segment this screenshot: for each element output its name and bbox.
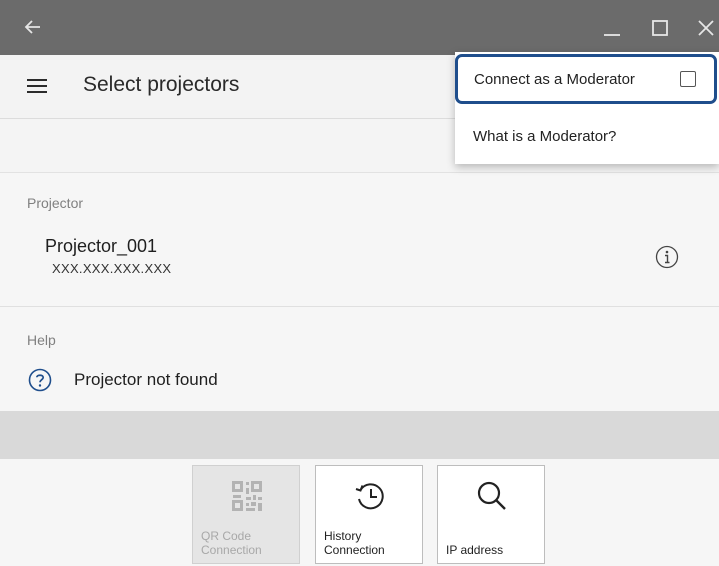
separator-bar (0, 411, 719, 459)
section-label-projector: Projector (27, 195, 84, 211)
projector-section: Projector Projector_001 XXX.XXX.XXX.XXX (0, 173, 719, 307)
connect-as-moderator-checkbox[interactable] (680, 71, 696, 87)
minimize-icon[interactable] (600, 16, 624, 40)
history-connection-label: History Connection (324, 529, 385, 557)
ip-address-label: IP address (446, 543, 504, 557)
overflow-menu: Connect as a Moderator What is a Moderat… (455, 52, 719, 164)
window-titlebar (0, 0, 719, 55)
qr-code-icon (232, 481, 262, 511)
section-label-help: Help (27, 332, 56, 348)
qr-code-connection-button[interactable]: QR Code Connection (192, 465, 300, 564)
question-circle-icon (28, 368, 52, 392)
hamburger-menu-icon[interactable] (27, 77, 47, 95)
ip-address-button[interactable]: IP address (437, 465, 545, 564)
page-title: Select projectors (83, 73, 240, 96)
connect-as-moderator-label: Connect as a Moderator (474, 71, 635, 88)
arrow-left-icon[interactable] (22, 16, 44, 38)
projector-ip: XXX.XXX.XXX.XXX (52, 261, 172, 276)
what-is-moderator-item[interactable]: What is a Moderator? (473, 128, 616, 145)
qr-code-connection-label: QR Code Connection (201, 529, 262, 557)
help-link-projector-not-found[interactable]: Projector not found (74, 370, 218, 390)
info-circle-icon[interactable] (655, 245, 679, 269)
history-connection-button[interactable]: History Connection (315, 465, 423, 564)
close-icon[interactable] (694, 16, 718, 40)
connect-as-moderator-item[interactable]: Connect as a Moderator (455, 54, 717, 104)
projector-name: Projector_001 (45, 236, 158, 256)
maximize-icon[interactable] (648, 16, 672, 40)
help-section: Help Projector not found (0, 307, 719, 411)
history-clock-icon (355, 483, 384, 510)
search-icon (477, 481, 506, 510)
